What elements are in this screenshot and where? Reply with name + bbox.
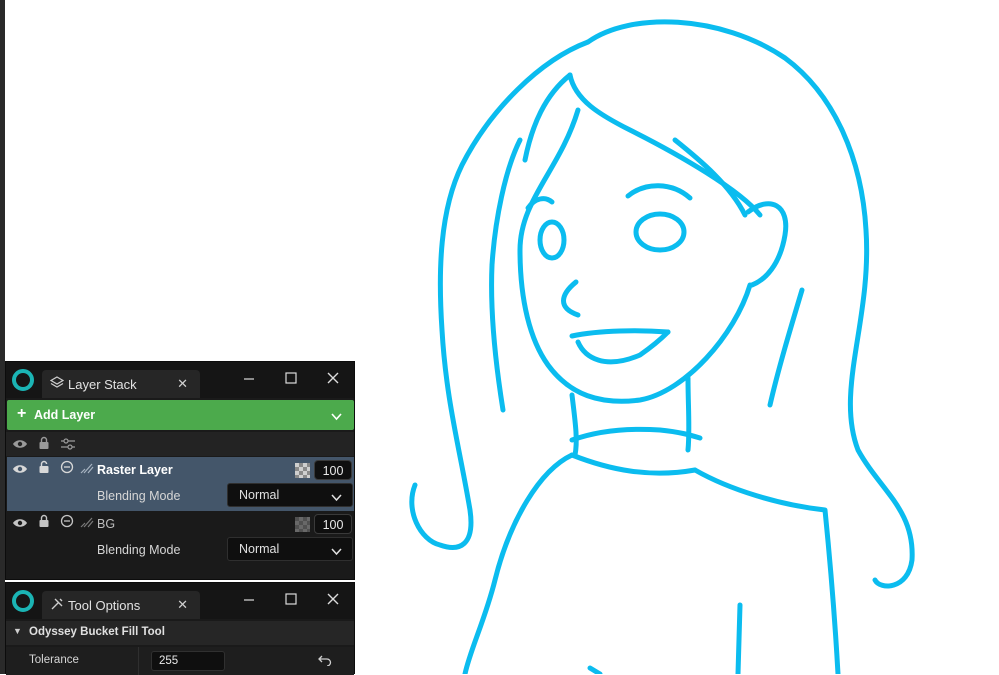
layer-stack-panel: Layer Stack ✕ + Add Layer Raster Layer 1… [5,361,355,580]
close-tab-icon[interactable]: ✕ [177,376,188,392]
close-tab-icon[interactable]: ✕ [177,597,188,613]
brush-icon [80,462,94,477]
chevron-down-icon [331,545,342,559]
plus-icon: + [17,405,27,422]
blending-mode-select[interactable]: Normal [227,483,353,507]
divider [138,647,139,675]
app-logo-icon [12,590,34,612]
layer-row-bg[interactable]: BG 100 Blending Mode Normal [7,511,354,565]
maximize-button[interactable] [278,587,304,611]
layer-name[interactable]: BG [97,517,115,531]
chevron-down-icon[interactable] [331,410,342,424]
maximize-icon [285,593,297,605]
eye-icon[interactable] [12,462,28,479]
eye-icon[interactable] [12,516,28,533]
blending-mode-label: Blending Mode [97,489,181,503]
blending-mode-select[interactable]: Normal [227,537,353,561]
alpha-lock-icon[interactable] [60,460,74,477]
layer-row-raster-layer[interactable]: Raster Layer 100 Blending Mode Normal [7,457,354,511]
tolerance-input[interactable]: 255 [151,651,225,671]
lock-icon[interactable] [38,514,50,531]
close-icon [327,372,339,384]
add-layer-button[interactable]: + Add Layer [7,400,354,430]
visibility-header-icon[interactable] [12,437,28,454]
reset-icon[interactable] [318,654,332,669]
tool-section-header[interactable]: ▼ Odyssey Bucket Fill Tool [6,621,354,645]
tab-label: Layer Stack [68,377,137,392]
checker-icon [295,517,310,532]
tab-label: Tool Options [68,598,141,613]
tab-layer-stack[interactable]: Layer Stack ✕ [42,370,200,398]
layers-icon [49,376,65,393]
section-title: Odyssey Bucket Fill Tool [29,626,165,638]
brush-icon [80,516,94,531]
blending-mode-value: Normal [239,542,280,556]
opacity-input[interactable]: 100 [314,514,352,534]
close-button[interactable] [320,366,346,390]
unlock-icon[interactable] [38,460,50,477]
add-layer-label: Add Layer [34,408,96,422]
blending-mode-value: Normal [239,488,280,502]
blending-mode-label: Blending Mode [97,543,181,557]
property-row-tolerance: Tolerance 255 [6,647,354,675]
settings-sliders-icon[interactable] [60,437,76,454]
tab-tool-options[interactable]: Tool Options ✕ [42,591,200,619]
close-icon [327,593,339,605]
collapse-arrow-icon[interactable]: ▼ [13,626,22,636]
tool-options-titlebar: Tool Options ✕ [6,583,354,619]
property-label: Tolerance [29,654,79,666]
minimize-icon [244,378,254,380]
tool-options-panel: Tool Options ✕ ▼ Odyssey Bucket Fill Too… [5,582,355,675]
lock-header-icon[interactable] [38,436,50,453]
maximize-button[interactable] [278,366,304,390]
maximize-icon [285,372,297,384]
checker-icon [295,463,310,478]
layer-stack-titlebar: Layer Stack ✕ [6,362,354,398]
tools-icon [50,597,64,614]
alpha-lock-icon[interactable] [60,514,74,531]
opacity-input[interactable]: 100 [314,460,352,480]
minimize-icon [244,599,254,601]
minimize-button[interactable] [236,587,262,611]
close-button[interactable] [320,587,346,611]
layer-header-row [6,432,354,456]
app-logo-icon [12,369,34,391]
layer-name[interactable]: Raster Layer [97,463,173,477]
minimize-button[interactable] [236,366,262,390]
chevron-down-icon [331,491,342,505]
